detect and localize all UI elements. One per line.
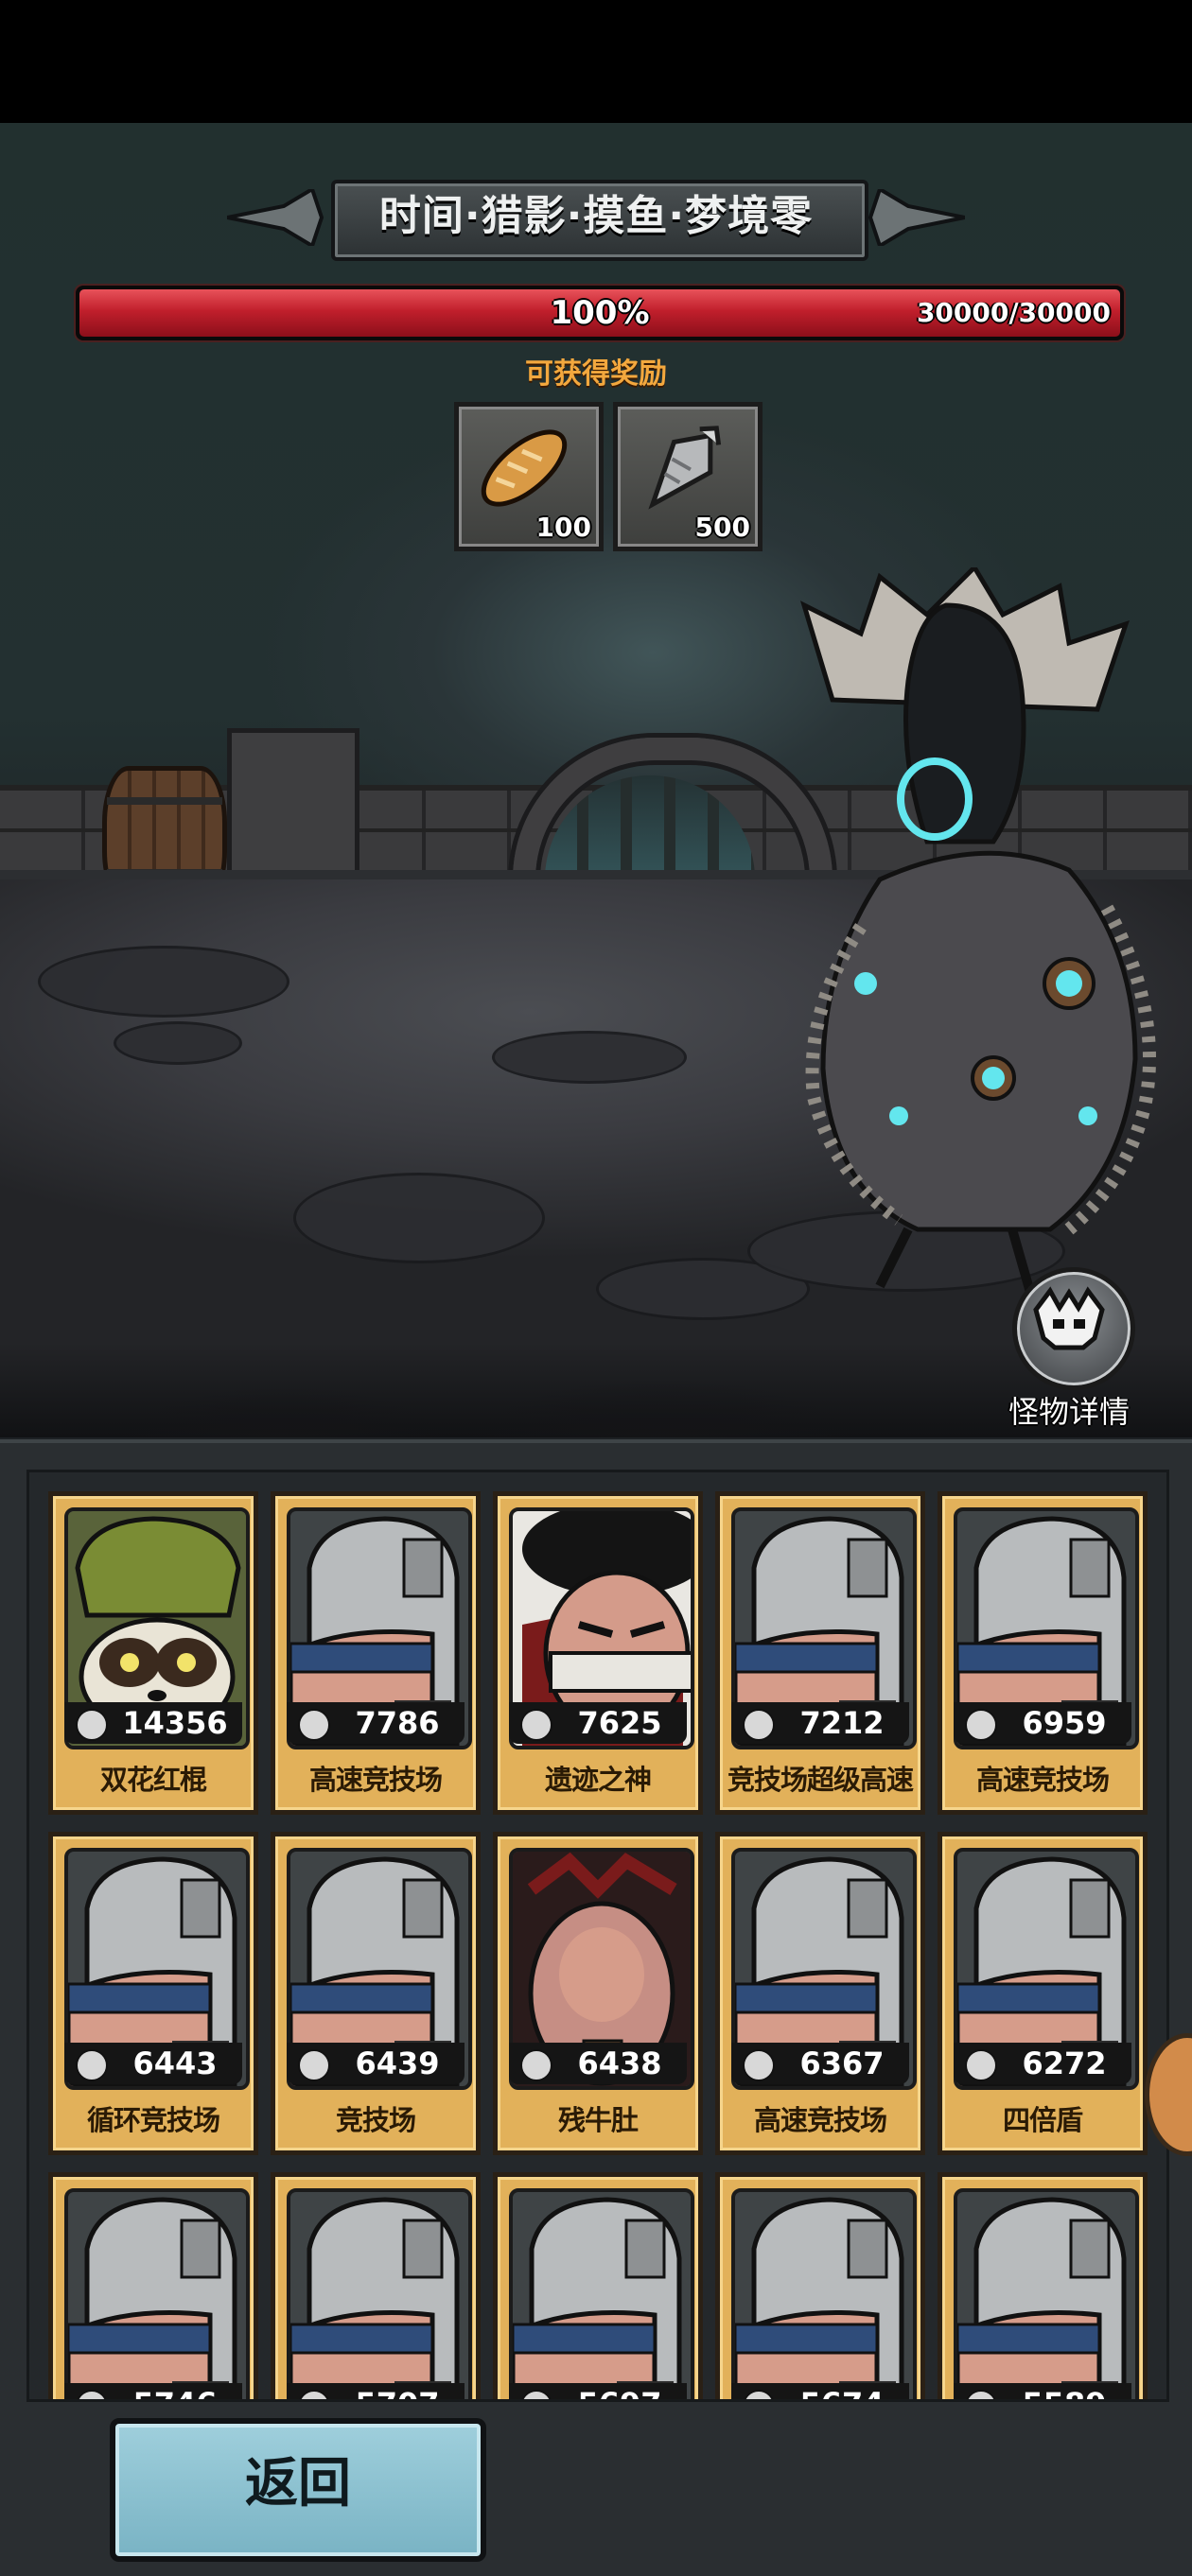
- sword-icon: [743, 2049, 775, 2081]
- reward-item-bread[interactable]: 100: [454, 402, 604, 551]
- hero-portrait: [287, 2188, 472, 2399]
- hero-portrait: [64, 2188, 250, 2399]
- hero-power: 7625: [509, 1702, 687, 1744]
- sword-icon: [298, 2390, 330, 2399]
- hero-card[interactable]: 7625 遗迹之神: [493, 1491, 703, 1815]
- dungeon-title: 时间·猎影·摸鱼·梦境零: [378, 192, 814, 240]
- hero-power: 6959: [954, 1702, 1131, 1744]
- hero-power: 6272: [954, 2043, 1131, 2084]
- hero-portrait: [509, 2188, 694, 2399]
- hero-card[interactable]: 5674: [715, 2172, 925, 2399]
- dungeon-title-banner: 时间·猎影·摸鱼·梦境零: [227, 161, 965, 274]
- hero-power-value: 6272: [1022, 2045, 1107, 2081]
- hero-power: 5674: [731, 2383, 909, 2399]
- hero-name: 高速竞技场: [975, 1764, 1110, 1796]
- hero-power-value: 5674: [779, 2383, 905, 2399]
- sword-icon: [76, 2390, 108, 2399]
- sword-icon: [76, 2049, 108, 2081]
- hero-power-value: 6438: [577, 2045, 662, 2081]
- hero-name: 残牛肚: [557, 2104, 639, 2136]
- hero-power: 7786: [287, 1702, 465, 1744]
- hero-power-value: 7786: [355, 1705, 440, 1741]
- hero-name: 双花红棍: [99, 1764, 207, 1796]
- hero-power: 6367: [731, 2043, 909, 2084]
- sword-icon: [520, 2049, 552, 2081]
- hero-power-value: 6959: [1022, 1705, 1107, 1741]
- hero-power: 14356: [64, 1702, 242, 1744]
- sword-icon: [965, 2049, 997, 2081]
- back-button[interactable]: 返回: [110, 2418, 486, 2562]
- hero-power: 5697: [509, 2383, 687, 2399]
- hero-power-value: 6367: [799, 2045, 885, 2081]
- sword-icon: [743, 1709, 775, 1741]
- hero-power-value: 5707: [334, 2383, 461, 2399]
- hero-name: 竞技场: [335, 2104, 416, 2136]
- reward-item-carrot[interactable]: 500: [613, 402, 763, 551]
- bread-icon: [481, 429, 568, 507]
- hero-power: 5589: [954, 2383, 1131, 2399]
- hero-roster-grid[interactable]: 14356 双花红棍 7786 高速竞技场 7625 遗迹之神 7212 竞技场超级高速 695…: [26, 1470, 1169, 2402]
- hero-power: 5746: [64, 2383, 242, 2399]
- hero-power-value: 7212: [799, 1705, 885, 1741]
- hero-card[interactable]: 6959 高速竞技场: [938, 1491, 1148, 1815]
- hero-power: 6438: [509, 2043, 687, 2084]
- sword-icon: [298, 2049, 330, 2081]
- sword-icon: [965, 2390, 997, 2399]
- hero-power-value: 7625: [577, 1705, 662, 1741]
- crosshair-icon: [76, 1709, 108, 1741]
- hero-power-value: 6443: [132, 2045, 218, 2081]
- sword-icon: [520, 1709, 552, 1741]
- hero-power-value: 5746: [112, 2383, 238, 2399]
- sword-icon: [520, 2390, 552, 2399]
- hero-name: 循环竞技场: [86, 2104, 220, 2136]
- hero-card[interactable]: 7786 高速竞技场: [271, 1491, 481, 1815]
- hero-power-value: 5697: [556, 2383, 683, 2399]
- hero-card[interactable]: 7212 竞技场超级高速: [715, 1491, 925, 1815]
- boss-hp-bar: 100% 30000/30000: [76, 286, 1124, 340]
- hero-card[interactable]: 6443 循环竞技场: [48, 1832, 258, 2155]
- sword-icon: [743, 2390, 775, 2399]
- hero-portrait: [731, 2188, 917, 2399]
- monster-details-label: 怪物详情: [1008, 1394, 1130, 1430]
- boss-hp-value: 30000/30000: [916, 297, 1111, 328]
- sword-icon: [965, 1709, 997, 1741]
- hero-card[interactable]: 6438 残牛肚: [493, 1832, 703, 2155]
- battle-scene: 时间·猎影·摸鱼·梦境零 100% 30000/30000 可获得奖励 100 …: [0, 123, 1192, 1437]
- monster-skull-icon: [1033, 1286, 1105, 1350]
- rewards-title: 可获得奖励: [525, 357, 667, 391]
- back-button-label: 返回: [245, 2453, 351, 2515]
- hero-card[interactable]: 14356 双花红棍: [48, 1491, 258, 1815]
- hero-power: 6439: [287, 2043, 465, 2084]
- reward-count: 100: [535, 512, 591, 543]
- hero-name: 竞技场超级高速: [727, 1764, 914, 1796]
- hero-card[interactable]: 6367 高速竞技场: [715, 1832, 925, 2155]
- hero-power: 7212: [731, 1702, 909, 1744]
- sword-icon: [298, 1709, 330, 1741]
- hero-name: 高速竞技场: [753, 2104, 887, 2136]
- reward-count: 500: [694, 512, 750, 543]
- status-bar: [0, 0, 1192, 123]
- hero-card[interactable]: 5707: [271, 2172, 481, 2399]
- hero-power-value: 14356: [122, 1705, 228, 1741]
- hero-card[interactable]: 5697: [493, 2172, 703, 2399]
- hero-name: 遗迹之神: [544, 1764, 652, 1796]
- hero-card[interactable]: 6272 四倍盾: [938, 1832, 1148, 2155]
- hero-power-value: 5589: [1001, 2383, 1128, 2399]
- hero-portrait: [954, 2188, 1139, 2399]
- hero-power: 6443: [64, 2043, 242, 2084]
- hero-card[interactable]: 6439 竞技场: [271, 1832, 481, 2155]
- carrot-icon: [648, 426, 722, 510]
- hero-name: 四倍盾: [1002, 2104, 1083, 2136]
- monster-details-button[interactable]: 怪物详情: [1003, 1267, 1135, 1437]
- hero-card[interactable]: 5589: [938, 2172, 1148, 2399]
- hero-power-value: 6439: [355, 2045, 440, 2081]
- hero-name: 高速竞技场: [308, 1764, 443, 1796]
- hero-roster-panel: 14356 双花红棍 7786 高速竞技场 7625 遗迹之神 7212 竞技场超级高速 695…: [0, 1439, 1192, 2576]
- hero-power: 5707: [287, 2383, 465, 2399]
- boss-monster: [799, 567, 1156, 1297]
- hero-card[interactable]: 5746: [48, 2172, 258, 2399]
- banner-ornament-right-icon: [868, 189, 965, 246]
